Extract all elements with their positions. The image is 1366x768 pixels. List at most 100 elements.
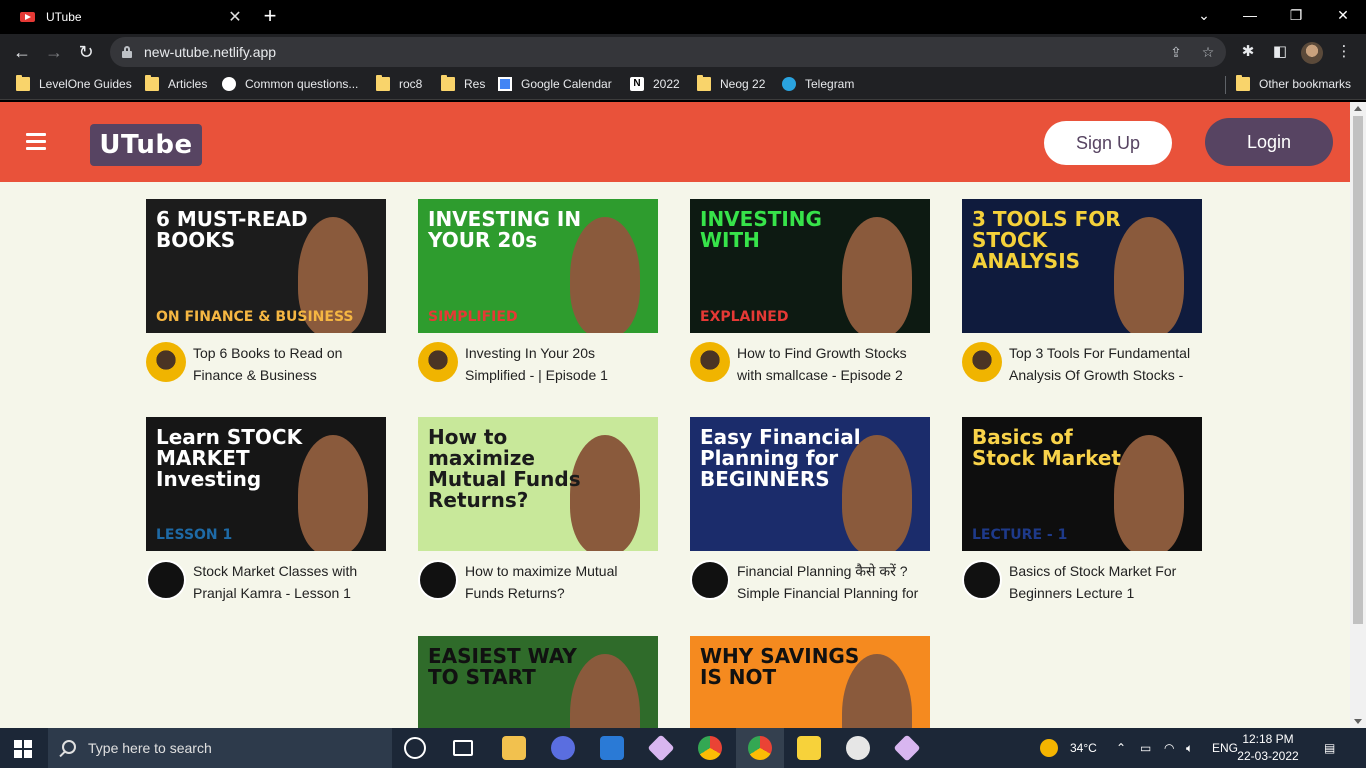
chrome-icon[interactable] (698, 736, 722, 760)
thumbnail-headline: Easy Financial Planning for BEGINNERS (700, 425, 861, 491)
git-app-icon[interactable] (647, 734, 675, 762)
windows-start-icon[interactable] (14, 740, 32, 758)
bookmark-res[interactable]: Res (441, 70, 485, 98)
side-panel-icon[interactable]: ◧ (1268, 40, 1292, 64)
bookmarks-bar: LevelOne Guides Articles Common question… (0, 70, 1366, 100)
clock-app-icon[interactable] (846, 736, 870, 760)
weather-widget[interactable]: 34°C (1040, 728, 1097, 768)
bookmark-other-bookmarks[interactable]: Other bookmarks (1236, 70, 1351, 98)
vscode-icon[interactable] (600, 736, 624, 760)
bookmark-label: Google Calendar (521, 77, 612, 91)
channel-avatar[interactable] (146, 342, 186, 382)
restore-button[interactable]: ❐ (1273, 0, 1319, 30)
video-card[interactable]: EASIEST WAY TO START (418, 636, 658, 728)
login-button[interactable]: Login (1205, 118, 1333, 166)
volume-icon[interactable]: 🔈︎ (1186, 728, 1193, 768)
hamburger-menu-icon[interactable] (26, 133, 46, 151)
video-thumbnail[interactable]: 6 MUST-READ BOOKS ON FINANCE & BUSINESS (146, 199, 386, 333)
new-tab-button[interactable]: + (258, 4, 282, 28)
bookmark-2022[interactable]: N 2022 (630, 70, 680, 98)
tab-close-icon[interactable]: ✕ (224, 7, 246, 27)
bookmark-roc8[interactable]: roc8 (376, 70, 422, 98)
app-header: UTube Sign Up Login (0, 102, 1350, 182)
search-icon (62, 740, 76, 754)
video-title[interactable]: Top 3 Tools For Fundamental Analysis Of … (1009, 342, 1202, 386)
battery-icon[interactable]: ▭ (1140, 728, 1151, 768)
page-scrollbar[interactable] (1350, 102, 1366, 728)
cortana-icon[interactable] (404, 737, 426, 759)
channel-avatar[interactable] (962, 342, 1002, 382)
share-icon[interactable]: ⇪ (1164, 37, 1188, 67)
video-thumbnail[interactable]: 3 TOOLS FOR STOCK ANALYSIS (962, 199, 1202, 333)
sign-up-button[interactable]: Sign Up (1044, 121, 1172, 165)
wifi-icon[interactable]: ◠ (1164, 728, 1174, 768)
bookmark-star-icon[interactable]: ☆ (1196, 37, 1220, 67)
chrome-profile-icon[interactable] (748, 736, 772, 760)
video-title[interactable]: How to Find Growth Stocks with smallcase… (737, 342, 930, 386)
channel-avatar[interactable] (418, 342, 458, 382)
git-app-2-icon[interactable] (893, 734, 921, 762)
channel-avatar[interactable] (146, 560, 186, 600)
forward-arrow-icon[interactable]: → (42, 40, 66, 64)
system-clock[interactable]: 12:18 PM 22-03-2022 (1236, 731, 1300, 765)
video-card[interactable]: Easy Financial Planning for BEGINNERS Fin… (690, 417, 930, 604)
tray-chevron-icon[interactable]: ⌃ (1116, 728, 1126, 768)
video-card[interactable]: 6 MUST-READ BOOKS ON FINANCE & BUSINESS To… (146, 199, 386, 386)
taskbar-search-box[interactable]: Type here to search (48, 728, 392, 768)
channel-avatar[interactable] (962, 560, 1002, 600)
scroll-thumb[interactable] (1353, 116, 1363, 624)
back-arrow-icon[interactable]: ← (10, 40, 34, 64)
channel-avatar[interactable] (690, 342, 730, 382)
utube-favicon-icon (20, 9, 36, 25)
bookmark-common-questions[interactable]: Common questions... (222, 70, 358, 98)
sticky-notes-icon[interactable] (797, 736, 821, 760)
utube-logo[interactable]: UTube (90, 124, 202, 166)
bookmark-google-calendar[interactable]: Google Calendar (498, 70, 612, 98)
video-title[interactable]: Financial Planning कैसे करें ? Simple Fi… (737, 560, 930, 604)
video-thumbnail[interactable]: Basics of Stock Market LECTURE - 1 (962, 417, 1202, 551)
video-thumbnail[interactable]: EASIEST WAY TO START (418, 636, 658, 728)
browser-menu-icon[interactable]: ⋮ (1332, 40, 1356, 64)
minimize-button[interactable]: — (1227, 0, 1273, 30)
video-card[interactable]: WHY SAVINGS IS NOT (690, 636, 930, 728)
tab-utube[interactable]: UTube ✕ (8, 0, 246, 34)
bookmark-articles[interactable]: Articles (145, 70, 207, 98)
bookmark-neog-22[interactable]: Neog 22 (697, 70, 765, 98)
chat-app-icon[interactable] (551, 736, 575, 760)
notifications-icon[interactable]: ▤ (1324, 728, 1335, 768)
channel-avatar[interactable] (690, 560, 730, 600)
video-thumbnail[interactable]: WHY SAVINGS IS NOT (690, 636, 930, 728)
bookmark-telegram[interactable]: Telegram (782, 70, 854, 98)
scroll-up-arrow-icon[interactable] (1354, 106, 1362, 111)
file-explorer-icon[interactable] (502, 736, 526, 760)
video-card[interactable]: INVESTING IN YOUR 20s SIMPLIFIED Investing… (418, 199, 658, 386)
bookmark-levelone-guides[interactable]: LevelOne Guides (16, 70, 132, 98)
video-card[interactable]: Basics of Stock Market LECTURE - 1 Basics … (962, 417, 1202, 604)
video-title[interactable]: How to maximize Mutual Funds Returns? (465, 560, 658, 604)
channel-avatar[interactable] (418, 560, 458, 600)
language-indicator[interactable]: ENG (1212, 728, 1238, 768)
video-thumbnail[interactable]: Learn STOCK MARKET Investing LESSON 1 (146, 417, 386, 551)
tab-title: UTube (46, 10, 82, 24)
video-card[interactable]: How to maximize Mutual Funds Returns? How… (418, 417, 658, 604)
video-title[interactable]: Basics of Stock Market For Beginners Lec… (1009, 560, 1202, 604)
video-thumbnail[interactable]: INVESTING IN YOUR 20s SIMPLIFIED (418, 199, 658, 333)
tab-search-icon[interactable]: ⌄ (1181, 0, 1227, 30)
task-view-icon[interactable] (453, 740, 473, 756)
extensions-puzzle-icon[interactable]: ✱ (1236, 40, 1260, 64)
close-window-button[interactable]: ✕ (1320, 0, 1366, 30)
reload-icon[interactable]: ↻ (74, 40, 98, 64)
video-card[interactable]: Learn STOCK MARKET Investing LESSON 1 Stoc… (146, 417, 386, 604)
video-card[interactable]: 3 TOOLS FOR STOCK ANALYSIS Top 3 Tools Fo… (962, 199, 1202, 386)
profile-avatar[interactable] (1301, 42, 1323, 64)
address-bar[interactable]: new-utube.netlify.app ⇪ ☆ (110, 37, 1226, 67)
scroll-down-arrow-icon[interactable] (1354, 719, 1362, 724)
video-thumbnail[interactable]: Easy Financial Planning for BEGINNERS (690, 417, 930, 551)
video-title[interactable]: Top 6 Books to Read on Finance & Busines… (193, 342, 386, 386)
video-title[interactable]: Investing In Your 20s Simplified - | Epi… (465, 342, 658, 386)
video-title[interactable]: Stock Market Classes with Pranjal Kamra … (193, 560, 386, 604)
video-card[interactable]: INVESTING WITH EXPLAINED How to Find Growt… (690, 199, 930, 386)
video-thumbnail[interactable]: INVESTING WITH EXPLAINED (690, 199, 930, 333)
video-meta: Top 3 Tools For Fundamental Analysis Of … (962, 342, 1202, 386)
video-thumbnail[interactable]: How to maximize Mutual Funds Returns? (418, 417, 658, 551)
